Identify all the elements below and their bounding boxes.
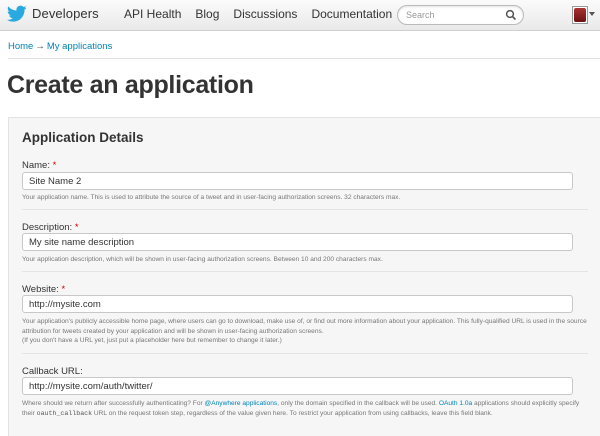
main-nav: API Health Blog Discussions Documentatio… [124, 7, 406, 21]
nav-discussions[interactable]: Discussions [233, 7, 297, 21]
breadcrumb-home[interactable]: Home [8, 41, 33, 52]
brand-label[interactable]: Developers [32, 6, 99, 21]
panel-title: Application Details [22, 130, 144, 145]
required-marker: * [52, 160, 57, 171]
search-icon[interactable] [505, 9, 517, 21]
nav-documentation[interactable]: Documentation [311, 7, 392, 21]
twitter-bird-icon[interactable] [7, 5, 27, 23]
field-divider [22, 271, 588, 272]
nav-api-health[interactable]: API Health [124, 7, 181, 21]
website-help-text: Your application's publicly accessible h… [22, 317, 588, 346]
application-details-panel: Application Details Name: * Your applica… [8, 117, 600, 436]
required-marker: * [61, 284, 66, 295]
oauth-link[interactable]: OAuth 1.0a [439, 400, 472, 407]
search-box [397, 5, 524, 25]
field-divider [22, 353, 588, 354]
website-field[interactable] [22, 295, 573, 313]
website-help-line-1: Your application's publicly accessible h… [22, 318, 587, 335]
breadcrumb-my-applications[interactable]: My applications [47, 41, 112, 52]
anywhere-applications-link[interactable]: @Anywhere applications [205, 400, 278, 407]
breadcrumb-divider [8, 58, 600, 59]
description-field[interactable] [22, 233, 573, 251]
description-label: Description: * [22, 222, 79, 233]
avatar[interactable] [572, 6, 588, 24]
top-nav-bar: Developers API Health Blog Discussions D… [0, 0, 600, 31]
callback-help-text: Where should we return after successfull… [22, 400, 580, 417]
breadcrumb: Home → My applications [8, 41, 112, 52]
nav-blog[interactable]: Blog [195, 7, 219, 21]
name-help-text: Your application name. This is used to a… [22, 194, 401, 201]
required-marker: * [74, 222, 79, 233]
chevron-down-icon[interactable] [589, 12, 595, 16]
callback-url-label: Callback URL: [22, 366, 83, 377]
description-help-text: Your application description, which will… [22, 256, 383, 263]
page-title: Create an application [7, 71, 254, 99]
field-divider [22, 209, 588, 210]
name-label: Name: * [22, 160, 57, 171]
name-field[interactable] [22, 172, 573, 190]
breadcrumb-separator: → [35, 41, 45, 52]
callback-url-field[interactable] [22, 377, 573, 395]
oauth-callback-code: oauth_callback [36, 409, 93, 417]
website-help-line-2: (If you don't have a URL yet, just put a… [22, 337, 282, 344]
website-label: Website: * [22, 284, 66, 295]
search-input[interactable] [406, 8, 501, 22]
